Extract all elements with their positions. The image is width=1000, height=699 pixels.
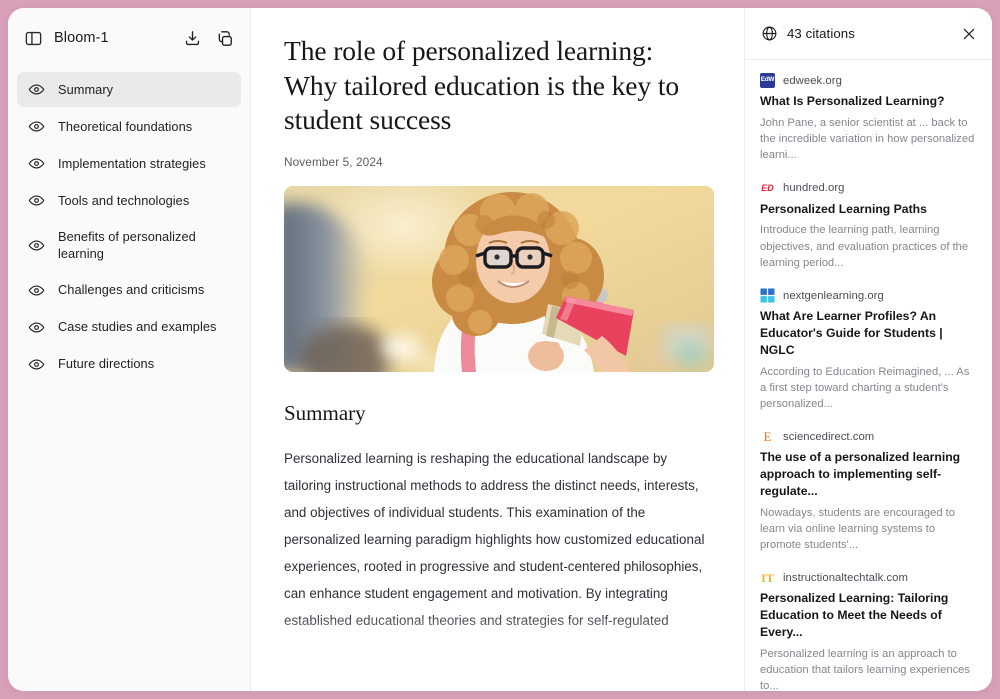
section-body: Personalized learning is reshaping the e… <box>284 450 705 629</box>
nextgenlearning-favicon <box>760 288 775 304</box>
article-date: November 5, 2024 <box>284 154 383 169</box>
sidebar-item-summary[interactable]: Summary <box>17 72 241 107</box>
sidebar-item-challenges-and-criticisms[interactable]: Challenges and criticisms <box>17 273 241 308</box>
eye-icon <box>27 118 45 136</box>
sidebar: Bloom-1 Summary Theoretical foundations … <box>8 8 251 691</box>
eye-icon <box>27 355 45 373</box>
eye-icon <box>27 281 45 299</box>
citation-domain: hundred.org <box>783 182 845 195</box>
close-icon[interactable] <box>960 25 978 43</box>
sidebar-item-label: Case studies and examples <box>58 319 217 335</box>
sidebar-header-actions <box>182 28 234 48</box>
citation-title[interactable]: The use of a personalized learning appro… <box>760 449 977 499</box>
download-icon[interactable] <box>182 28 202 48</box>
citation-snippet: Nowadays, students are encouraged to lea… <box>760 506 956 552</box>
citation-item[interactable]: nextgenlearning.org What Are Learner Pro… <box>760 288 977 412</box>
citation-item[interactable]: IT instructionaltechtalk.com Personalize… <box>760 570 977 691</box>
citation-title[interactable]: What Are Learner Profiles? An Educator's… <box>760 308 977 358</box>
sidebar-item-label: Summary <box>58 81 114 97</box>
sidebar-header: Bloom-1 <box>8 8 250 68</box>
eye-icon <box>27 155 45 173</box>
citation-snippet: John Pane, a senior scientist at ... bac… <box>760 116 975 162</box>
eye-icon <box>27 318 45 336</box>
sidebar-item-label: Theoretical foundations <box>58 118 193 134</box>
sidebar-item-label: Challenges and criticisms <box>58 282 205 298</box>
citation-item[interactable]: E sciencedirect.com The use of a persona… <box>760 429 977 553</box>
citation-item[interactable]: ED hundred.org Personalized Learning Pat… <box>760 180 977 272</box>
globe-icon <box>760 25 778 43</box>
citation-title[interactable]: Personalized Learning Paths <box>760 201 977 218</box>
page-title: The role of personalized learning: Why t… <box>284 35 680 136</box>
sidebar-item-label: Tools and technologies <box>58 192 190 208</box>
sidebar-item-implementation-strategies[interactable]: Implementation strategies <box>17 146 241 181</box>
citation-title[interactable]: Personalized Learning: Tailoring Educati… <box>760 590 977 640</box>
hundred-favicon: ED <box>760 180 775 196</box>
article-content: The role of personalized learning: Why t… <box>251 8 744 691</box>
citation-snippet: Personalized learning is an approach to … <box>760 647 971 691</box>
sidebar-item-case-studies-and-examples[interactable]: Case studies and examples <box>17 310 241 345</box>
citation-item[interactable]: EdW edweek.org What Is Personalized Lear… <box>760 73 977 164</box>
edweek-favicon: EdW <box>760 73 775 88</box>
section-nav: Summary Theoretical foundations Implemen… <box>8 68 250 384</box>
sidebar-item-tools-and-technologies[interactable]: Tools and technologies <box>17 183 241 218</box>
sidebar-item-theoretical-foundations[interactable]: Theoretical foundations <box>17 109 241 144</box>
sidebar-item-label: Implementation strategies <box>58 155 206 171</box>
citation-source: IT instructionaltechtalk.com <box>760 570 977 586</box>
section-heading: Summary <box>284 400 366 425</box>
citation-source: nextgenlearning.org <box>760 288 977 304</box>
citation-snippet: According to Education Reimagined, ... A… <box>760 365 970 411</box>
document-title: Bloom-1 <box>54 30 109 46</box>
citations-list[interactable]: EdW edweek.org What Is Personalized Lear… <box>745 60 992 691</box>
citations-panel: 43 citations EdW edweek.org What Is Pers… <box>745 8 992 691</box>
sidebar-item-benefits-of-personalized-learning[interactable]: Benefits of personalized learning <box>17 220 241 271</box>
citation-source: ED hundred.org <box>760 180 977 196</box>
panel-layout-icon[interactable] <box>22 27 44 49</box>
citations-count: 43 citations <box>787 26 855 41</box>
sidebar-item-future-directions[interactable]: Future directions <box>17 347 241 382</box>
eye-icon <box>27 81 45 99</box>
eye-icon <box>27 236 45 254</box>
citation-title[interactable]: What Is Personalized Learning? <box>760 93 977 110</box>
article-pane: The role of personalized learning: Why t… <box>251 8 745 691</box>
sciencedirect-favicon: E <box>760 429 775 445</box>
citation-domain: edweek.org <box>783 74 842 87</box>
app-window: Bloom-1 Summary Theoretical foundations … <box>8 8 992 691</box>
citation-source: E sciencedirect.com <box>760 429 977 445</box>
citation-snippet: Introduce the learning path, learning ob… <box>760 224 969 269</box>
citation-domain: instructionaltechtalk.com <box>783 571 908 584</box>
citations-header: 43 citations <box>745 8 992 60</box>
hero-image <box>284 185 714 372</box>
sidebar-item-label: Future directions <box>58 356 155 372</box>
citation-domain: sciencedirect.com <box>783 430 875 443</box>
copy-icon[interactable] <box>214 28 234 48</box>
instructionaltechtalk-favicon: IT <box>760 570 775 586</box>
citation-domain: nextgenlearning.org <box>783 289 884 302</box>
citation-source: EdW edweek.org <box>760 73 977 88</box>
eye-icon <box>27 192 45 210</box>
hero-illustration <box>284 185 714 372</box>
sidebar-item-label: Benefits of personalized learning <box>58 229 196 262</box>
